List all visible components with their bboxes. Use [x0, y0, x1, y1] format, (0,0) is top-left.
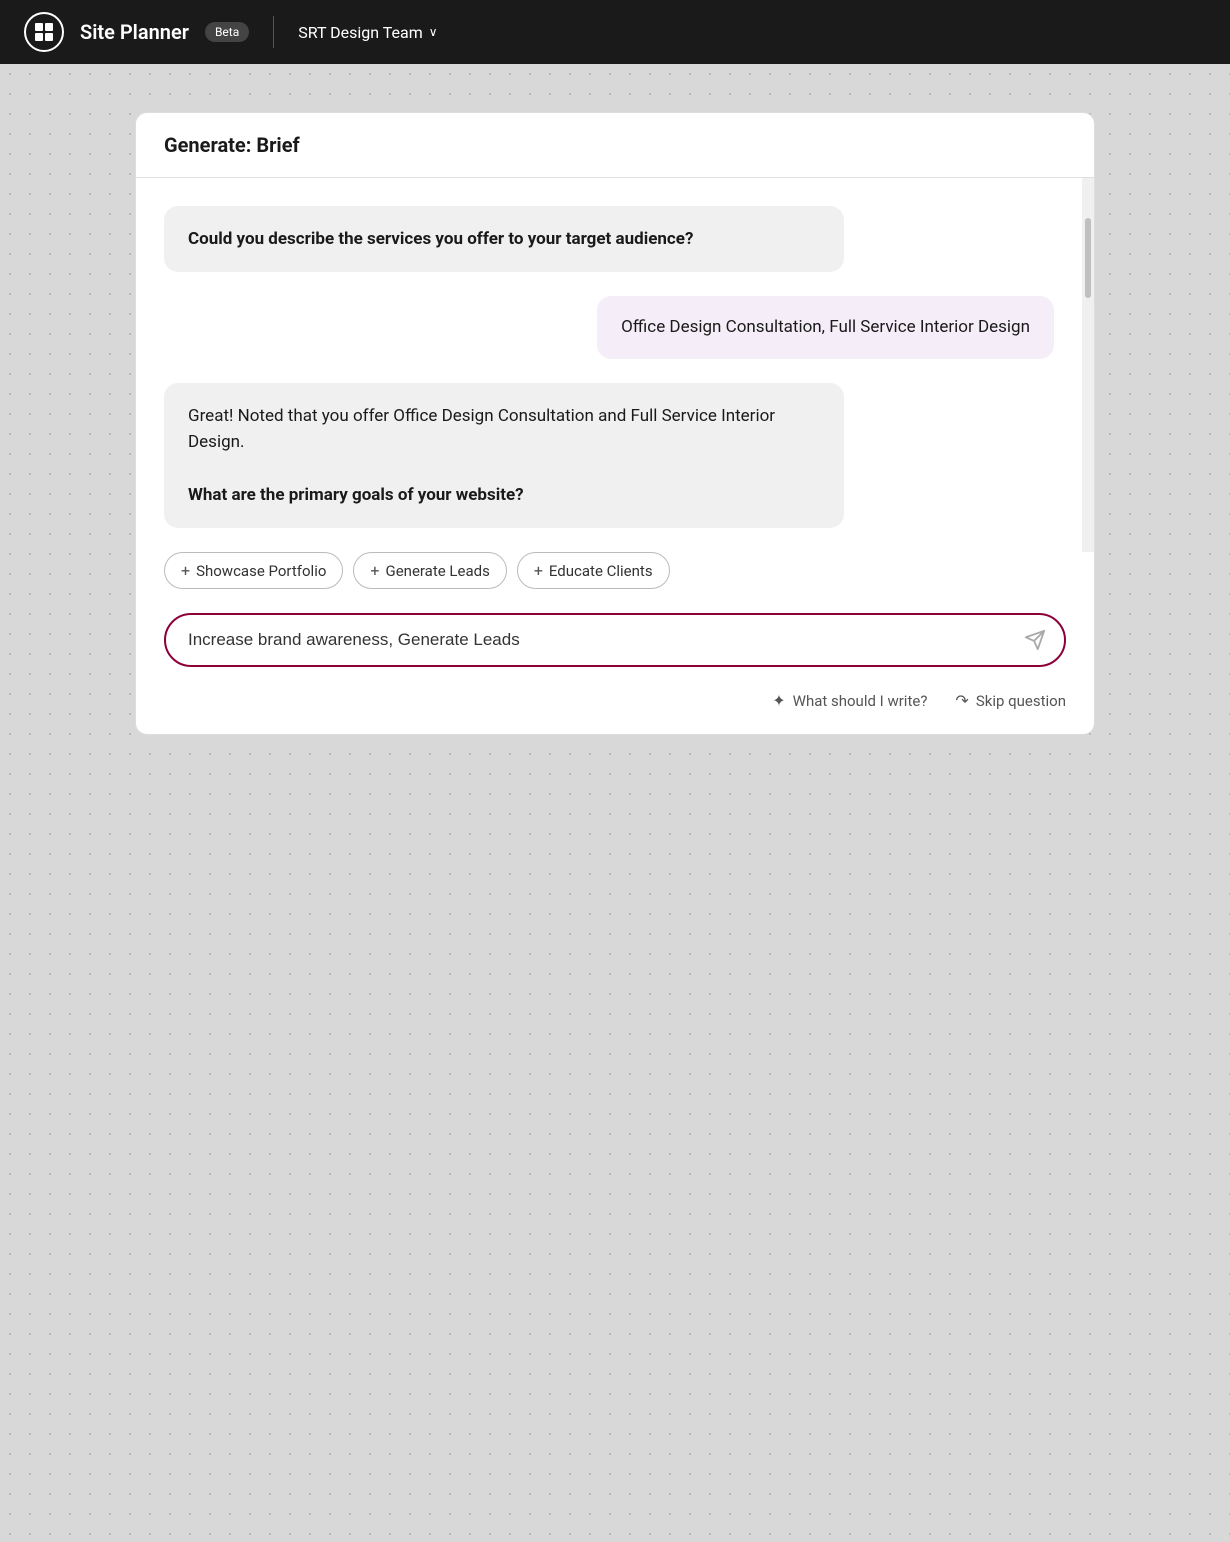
generate-brief-card: Generate: Brief Could you describe the s…	[135, 112, 1095, 735]
topbar: Site Planner Beta SRT Design Team ∨	[0, 0, 1230, 64]
hint-label: What should I write?	[793, 692, 928, 710]
bot-message-1-text: Could you describe the services you offe…	[188, 229, 693, 249]
scrollbar-track[interactable]	[1082, 178, 1094, 552]
app-title: Site Planner	[80, 20, 189, 44]
chip-educate-clients[interactable]: + Educate Clients	[517, 552, 670, 589]
card-header: Generate: Brief	[136, 113, 1094, 178]
chip-label-2: Generate Leads	[385, 562, 489, 580]
chip-generate-leads[interactable]: + Generate Leads	[353, 552, 506, 589]
main-area: Generate: Brief Could you describe the s…	[0, 64, 1230, 1542]
chat-messages: Could you describe the services you offe…	[136, 178, 1082, 552]
topbar-divider	[273, 16, 274, 48]
bot-message-2: Great! Noted that you offer Office Desig…	[164, 383, 844, 528]
answer-input[interactable]	[188, 630, 1012, 650]
beta-badge: Beta	[205, 22, 249, 42]
bot-message-1: Could you describe the services you offe…	[164, 206, 844, 272]
bot-message-2-plain: Great! Noted that you offer Office Desig…	[188, 406, 775, 452]
skip-icon: ↷	[955, 691, 968, 710]
input-row	[136, 605, 1094, 683]
send-button[interactable]	[1024, 629, 1046, 651]
card-title: Generate: Brief	[164, 133, 300, 157]
chat-area: Could you describe the services you offe…	[136, 178, 1094, 552]
user-message-1-text: Office Design Consultation, Full Service…	[621, 317, 1030, 337]
team-selector[interactable]: SRT Design Team ∨	[298, 23, 437, 42]
chip-plus-icon-1: +	[181, 561, 190, 580]
chips-row: + Showcase Portfolio + Generate Leads + …	[136, 552, 1094, 605]
team-name: SRT Design Team	[298, 23, 423, 42]
bottom-actions: ✦ What should I write? ↷ Skip question	[136, 683, 1094, 734]
chip-showcase-portfolio[interactable]: + Showcase Portfolio	[164, 552, 343, 589]
chevron-down-icon: ∨	[429, 25, 438, 39]
lightbulb-icon: ✦	[772, 691, 785, 710]
chip-plus-icon-2: +	[370, 561, 379, 580]
scrollbar-thumb[interactable]	[1085, 218, 1091, 298]
chip-plus-icon-3: +	[534, 561, 543, 580]
hint-action[interactable]: ✦ What should I write?	[772, 691, 927, 710]
app-logo	[24, 12, 64, 52]
skip-label: Skip question	[976, 692, 1066, 710]
bot-message-2-question: What are the primary goals of your websi…	[188, 485, 524, 505]
skip-action[interactable]: ↷ Skip question	[955, 691, 1066, 710]
user-message-1: Office Design Consultation, Full Service…	[597, 296, 1054, 358]
chip-label-1: Showcase Portfolio	[196, 562, 326, 580]
chip-label-3: Educate Clients	[549, 562, 653, 580]
input-container	[164, 613, 1066, 667]
